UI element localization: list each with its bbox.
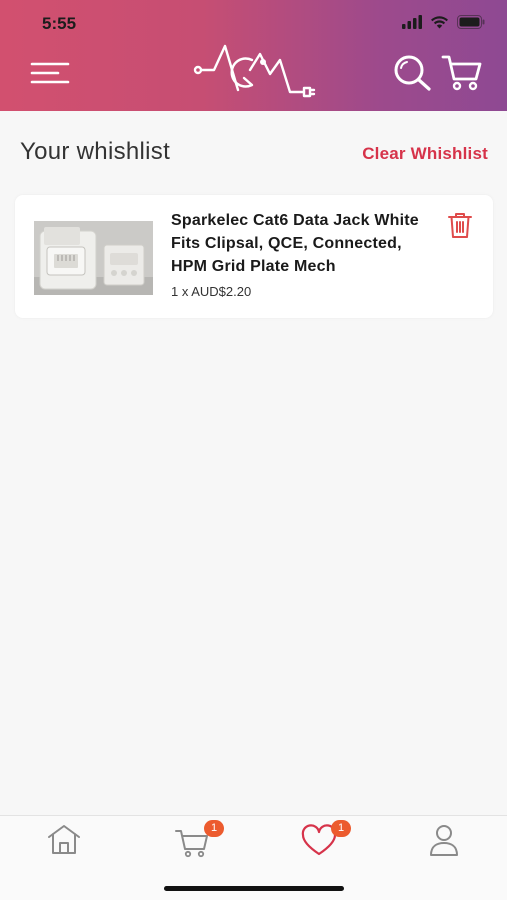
search-button[interactable] bbox=[392, 54, 432, 92]
tab-wishlist[interactable]: 1 bbox=[299, 820, 351, 858]
app-header: 5:55 bbox=[0, 0, 507, 111]
product-name[interactable]: Sparkelec Cat6 Data Jack White Fits Clip… bbox=[171, 209, 441, 278]
menu-icon bbox=[30, 62, 70, 84]
battery-icon bbox=[457, 15, 485, 29]
header-cart-button[interactable] bbox=[441, 54, 483, 92]
wifi-icon bbox=[431, 16, 448, 29]
wishlist-item[interactable]: Sparkelec Cat6 Data Jack White Fits Clip… bbox=[15, 195, 493, 318]
tab-home[interactable] bbox=[44, 822, 84, 858]
search-icon bbox=[394, 55, 431, 91]
acm-logo[interactable] bbox=[192, 40, 322, 102]
remove-item-button[interactable] bbox=[447, 211, 473, 239]
page-title: Your whishlist bbox=[20, 138, 171, 165]
cart-count-badge: 1 bbox=[204, 820, 224, 837]
data-jack-product-image bbox=[34, 221, 153, 295]
trash-icon bbox=[448, 213, 472, 238]
wishlist-count-badge: 1 bbox=[331, 820, 351, 837]
menu-button[interactable] bbox=[30, 60, 70, 88]
home-icon bbox=[48, 825, 80, 854]
home-indicator bbox=[164, 886, 344, 891]
status-time: 5:55 bbox=[42, 14, 77, 33]
tab-profile[interactable] bbox=[424, 822, 464, 858]
cart-icon bbox=[441, 55, 482, 91]
product-image[interactable] bbox=[34, 221, 153, 295]
status-icons bbox=[402, 15, 485, 29]
tab-cart[interactable]: 1 bbox=[172, 820, 224, 858]
clear-wishlist-button[interactable]: Clear Whishlist bbox=[362, 144, 488, 164]
acm-logo-icon bbox=[193, 44, 316, 98]
user-icon bbox=[430, 825, 458, 856]
product-price: 1 x AUD$2.20 bbox=[171, 284, 252, 299]
wishlist-title-row: Your whishlist Clear Whishlist bbox=[0, 135, 507, 171]
signal-icon bbox=[402, 15, 422, 29]
